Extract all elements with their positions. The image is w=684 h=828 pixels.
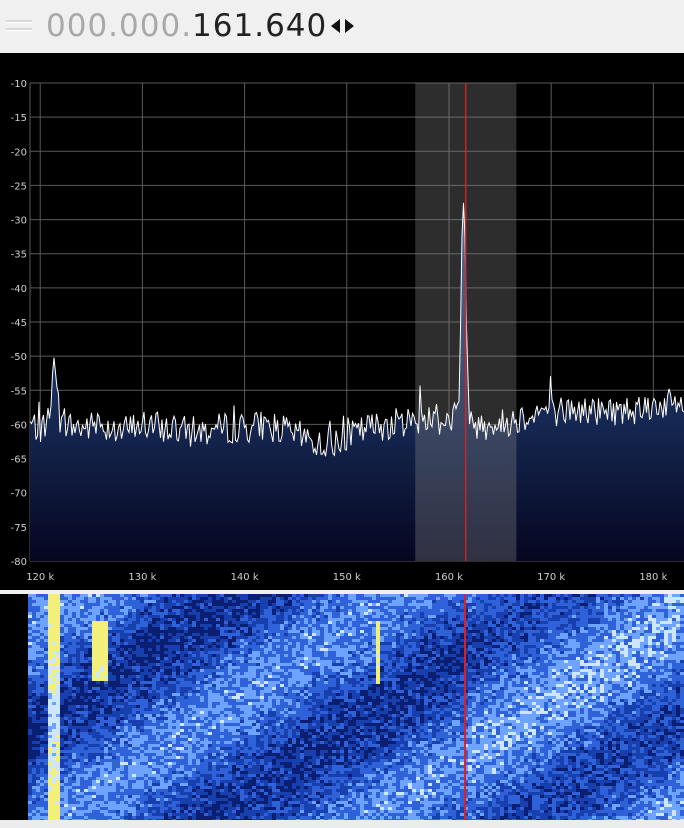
waterfall-plot[interactable] bbox=[0, 594, 684, 820]
toolbar: 000.000.161.640 bbox=[0, 0, 684, 52]
x-tick-label: 130 k bbox=[128, 572, 156, 583]
spectrum-area bbox=[30, 202, 684, 561]
fft-plot[interactable]: -10 -15 -20 -25 -30 -35 -40 -45 -50 -55 -60 -65 -70 -… bbox=[0, 53, 684, 590]
y-tick-label: -80 bbox=[11, 557, 27, 568]
y-tick-label: -50 bbox=[11, 352, 27, 363]
y-tick-label: -75 bbox=[11, 523, 27, 534]
y-tick-label: -15 bbox=[11, 113, 27, 124]
status-strip bbox=[0, 820, 684, 828]
waterfall-panel[interactable] bbox=[0, 594, 684, 820]
frequency-display-active-digits[interactable]: 161.640 bbox=[192, 8, 327, 44]
x-tick-label: 150 k bbox=[333, 572, 361, 583]
y-tick-label: -30 bbox=[11, 216, 27, 227]
y-tick-label: -55 bbox=[11, 386, 27, 397]
x-tick-label: 120 k bbox=[26, 572, 54, 583]
frequency-step-arrows[interactable] bbox=[331, 18, 357, 34]
frequency-display[interactable]: 000.000.161.640 bbox=[46, 4, 327, 48]
y-axis-labels: -10 -15 -20 -25 -30 -35 -40 -45 -50 -55 -60 -65 -70 -… bbox=[11, 79, 27, 568]
spectrum-fill bbox=[30, 202, 684, 561]
y-tick-label: -10 bbox=[11, 79, 27, 90]
y-tick-label: -20 bbox=[11, 147, 27, 158]
x-tick-label: 170 k bbox=[537, 572, 565, 583]
step-right-arrow-icon[interactable] bbox=[345, 19, 354, 33]
y-tick-label: -70 bbox=[11, 489, 27, 500]
x-tick-label: 140 k bbox=[231, 572, 259, 583]
y-tick-label: -40 bbox=[11, 284, 27, 295]
x-tick-label: 180 k bbox=[639, 572, 667, 583]
y-tick-label: -60 bbox=[11, 420, 27, 431]
drag-handle-icon[interactable] bbox=[4, 12, 34, 40]
step-left-arrow-icon[interactable] bbox=[331, 19, 340, 33]
frequency-display-leading-digits[interactable]: 000.000. bbox=[46, 8, 192, 44]
x-axis-labels: 120 k 130 k 140 k 150 k 160 k 170 k 180 k bbox=[26, 572, 667, 583]
x-tick-label: 160 k bbox=[435, 572, 463, 583]
spectrum-panel[interactable]: -10 -15 -20 -25 -30 -35 -40 -45 -50 -55 -60 -65 -70 -… bbox=[0, 53, 684, 590]
y-tick-label: -25 bbox=[11, 181, 27, 192]
waterfall-bins bbox=[28, 594, 684, 820]
y-tick-label: -65 bbox=[11, 455, 27, 466]
y-tick-label: -45 bbox=[11, 318, 27, 329]
y-tick-label: -35 bbox=[11, 250, 27, 261]
